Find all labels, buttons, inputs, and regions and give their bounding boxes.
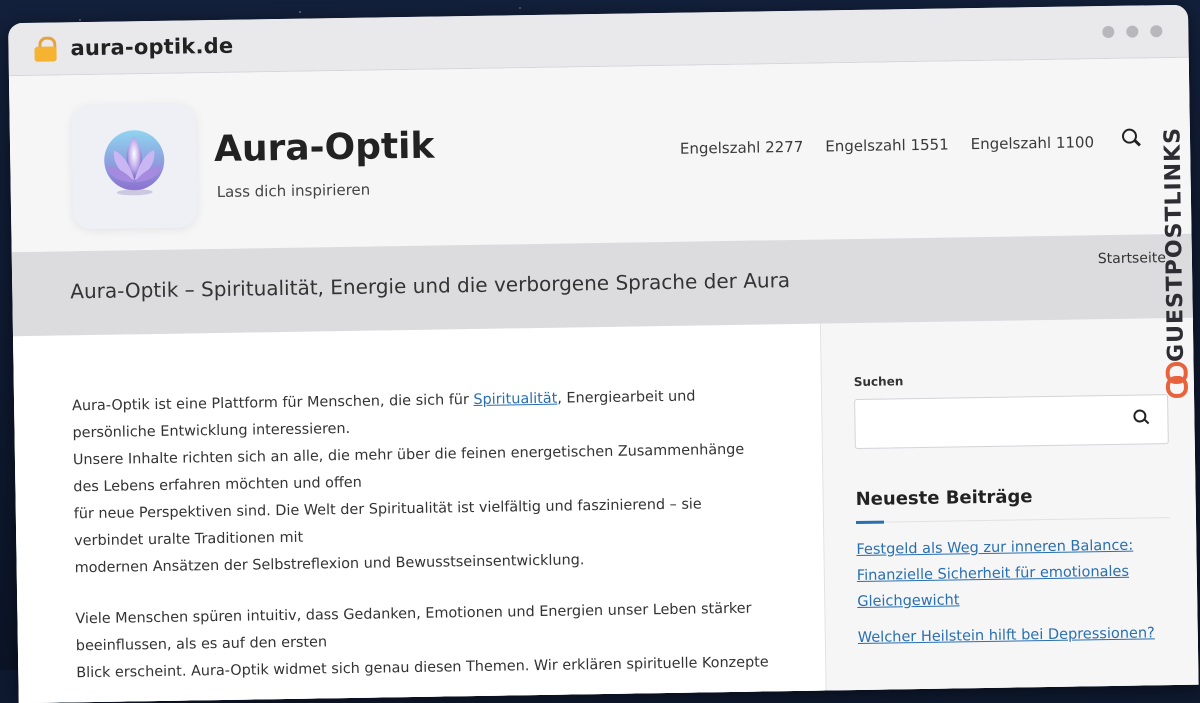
- divider: [856, 517, 1170, 524]
- list-item[interactable]: Festgeld als Weg zur inneren Balance: Fi…: [856, 532, 1171, 615]
- website: Aura-Optik Lass dich inspirieren Engelsz…: [8, 57, 1199, 703]
- window-controls: [1102, 25, 1163, 39]
- text: modernen Ansätzen der Selbstreflexion un…: [74, 552, 585, 577]
- site-title[interactable]: Aura-Optik: [214, 126, 435, 170]
- breadcrumb[interactable]: Startseite: [1098, 250, 1166, 267]
- paragraph: Viele Menschen spüren intuitiv, dass Ged…: [75, 595, 775, 687]
- search-input[interactable]: [854, 394, 1169, 450]
- link-spiritualitaet[interactable]: Spiritualität: [473, 391, 557, 408]
- chain-link-icon: [1165, 361, 1189, 399]
- badge-text: GUESTPOSTLINKS: [1160, 126, 1190, 363]
- nav-item-engelszahl-2277[interactable]: Engelszahl 2277: [680, 138, 804, 158]
- list-item[interactable]: Welcher Heilstein hilft bei Depressionen…: [858, 620, 1172, 651]
- dot-icon[interactable]: [1150, 25, 1163, 38]
- recent-posts-list: Festgeld als Weg zur inneren Balance: Fi…: [856, 532, 1172, 651]
- search-label: Suchen: [853, 374, 904, 390]
- content-area: Aura-Optik ist eine Plattform für Mensch…: [12, 317, 1199, 703]
- guestpostlinks-badge: GUESTPOSTLINKS: [1156, 114, 1195, 414]
- site-tagline: Lass dich inspirieren: [216, 180, 371, 202]
- dot-icon[interactable]: [1102, 25, 1115, 39]
- paragraph: Aura-Optik ist eine Plattform für Mensch…: [72, 382, 774, 582]
- text: Unsere Inhalte richten sich an alle, die…: [72, 441, 745, 496]
- dot-icon[interactable]: [1126, 25, 1139, 38]
- site-header: Aura-Optik Lass dich inspirieren Engelsz…: [8, 57, 1192, 253]
- text: Aura-Optik ist eine Plattform für Mensch…: [71, 392, 474, 415]
- main-content: Aura-Optik ist eine Plattform für Mensch…: [12, 323, 828, 703]
- lock-icon: [34, 36, 57, 62]
- nav-item-engelszahl-1551[interactable]: Engelszahl 1551: [825, 136, 949, 156]
- text: Viele Menschen spüren intuitiv, dass Ged…: [75, 600, 752, 655]
- lotus-logo-icon: [104, 130, 165, 196]
- nav-item-engelszahl-1100[interactable]: Engelszahl 1100: [971, 133, 1095, 153]
- site-logo[interactable]: [71, 103, 198, 230]
- search-icon[interactable]: [1121, 128, 1142, 148]
- sidebar: Suchen Neueste Beiträge Festgeld als Weg…: [821, 318, 1199, 703]
- page-title: Aura-Optik – Spiritualität, Energie und …: [70, 268, 791, 304]
- main-nav: Engelszahl 2277 Engelszahl 1551 Engelsza…: [680, 133, 1094, 158]
- url-text[interactable]: aura-optik.de: [70, 34, 233, 61]
- text: für neue Perspektiven sind. Die Welt der…: [73, 496, 702, 550]
- text: Blick erscheint. Aura-Optik widmet sich …: [76, 654, 769, 682]
- browser-window: aura-optik.de Aura-Optik Lass dich inspi…: [8, 4, 1199, 703]
- recent-posts-title: Neueste Beiträge: [855, 486, 1033, 511]
- search-icon[interactable]: [1133, 409, 1150, 425]
